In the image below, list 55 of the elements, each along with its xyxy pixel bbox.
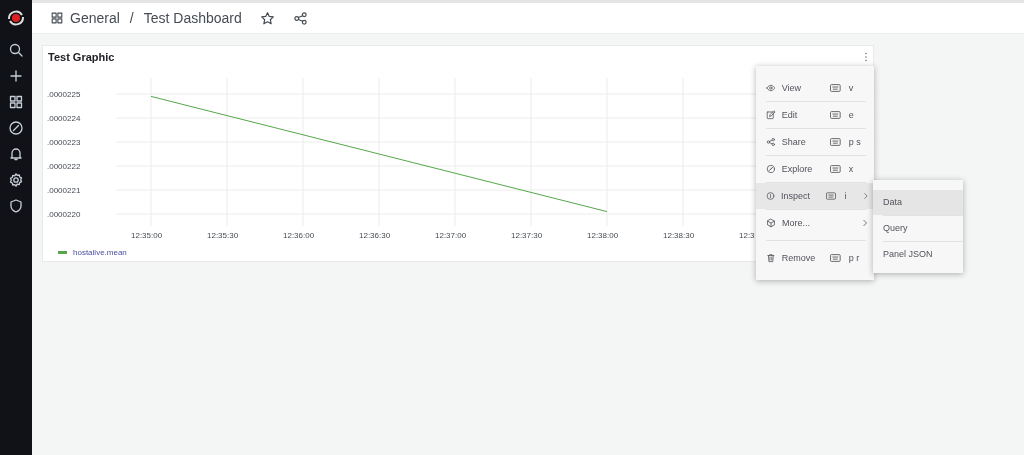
shield-icon	[8, 198, 24, 214]
axis-label: .0000224	[47, 114, 81, 123]
legend-label[interactable]: hostalive.mean	[73, 248, 127, 257]
keyboard-icon	[826, 192, 837, 200]
dashboard-title: Test Dashboard	[143, 10, 242, 26]
menu-item[interactable]: Inspect i	[756, 183, 874, 209]
star-icon	[259, 10, 275, 26]
keyboard-icon	[830, 111, 841, 119]
axis-label: .0000223	[47, 138, 81, 147]
info-icon	[766, 191, 776, 201]
search-icon	[8, 42, 24, 58]
breadcrumb-separator: /	[129, 10, 134, 26]
axis-label: 12:38:30	[663, 231, 695, 240]
menu-item[interactable]: View v	[756, 75, 874, 101]
submenu-item[interactable]: Query	[873, 216, 963, 241]
axis-label: .0000222	[47, 162, 81, 171]
axis-label: 12:37:30	[511, 231, 543, 240]
cube-icon	[766, 218, 776, 228]
menu-item[interactable]: Share p s	[756, 129, 874, 155]
axis-label: 12:38:00	[587, 231, 619, 240]
menu-item[interactable]: Remove p r	[756, 245, 874, 271]
keyboard-icon	[830, 84, 841, 92]
keyboard-icon	[830, 165, 841, 173]
compass-icon	[766, 164, 776, 174]
axis-label: 12:35:30	[207, 231, 239, 240]
menu-item[interactable]: Edit e	[756, 102, 874, 128]
grid-icon	[50, 11, 64, 25]
axis-label: 12:35:00	[131, 231, 163, 240]
panel-title: Test Graphic	[48, 51, 115, 63]
share-icon	[766, 137, 776, 147]
axis-label: .0000220	[47, 210, 81, 219]
gear-icon	[8, 172, 24, 188]
keyboard-icon	[830, 254, 841, 262]
eye-icon	[766, 83, 776, 93]
axis-label: 12:36:00	[283, 231, 315, 240]
edit-icon	[766, 110, 776, 120]
grid-icon	[8, 94, 24, 110]
trash-icon	[766, 253, 776, 263]
submenu-item[interactable]: Data	[873, 190, 963, 215]
axis-label: .0000225	[47, 90, 81, 99]
axis-label: 12:3	[739, 231, 755, 240]
plus-icon	[8, 68, 24, 84]
menu-item[interactable]: Explore x	[756, 156, 874, 182]
menu-icon[interactable]	[864, 52, 868, 62]
keyboard-icon	[830, 138, 841, 146]
compass-icon	[8, 120, 24, 136]
logo-icon[interactable]	[6, 8, 26, 28]
axis-label: .0000221	[47, 186, 81, 195]
submenu-item[interactable]: Panel JSON	[873, 242, 963, 267]
breadcrumb-folder[interactable]: General	[70, 10, 120, 26]
menu-item[interactable]: More...	[756, 210, 874, 236]
axis-label: 12:37:00	[435, 231, 467, 240]
bell-icon	[8, 146, 24, 162]
share-icon	[292, 10, 308, 26]
axis-label: 12:36:30	[359, 231, 391, 240]
